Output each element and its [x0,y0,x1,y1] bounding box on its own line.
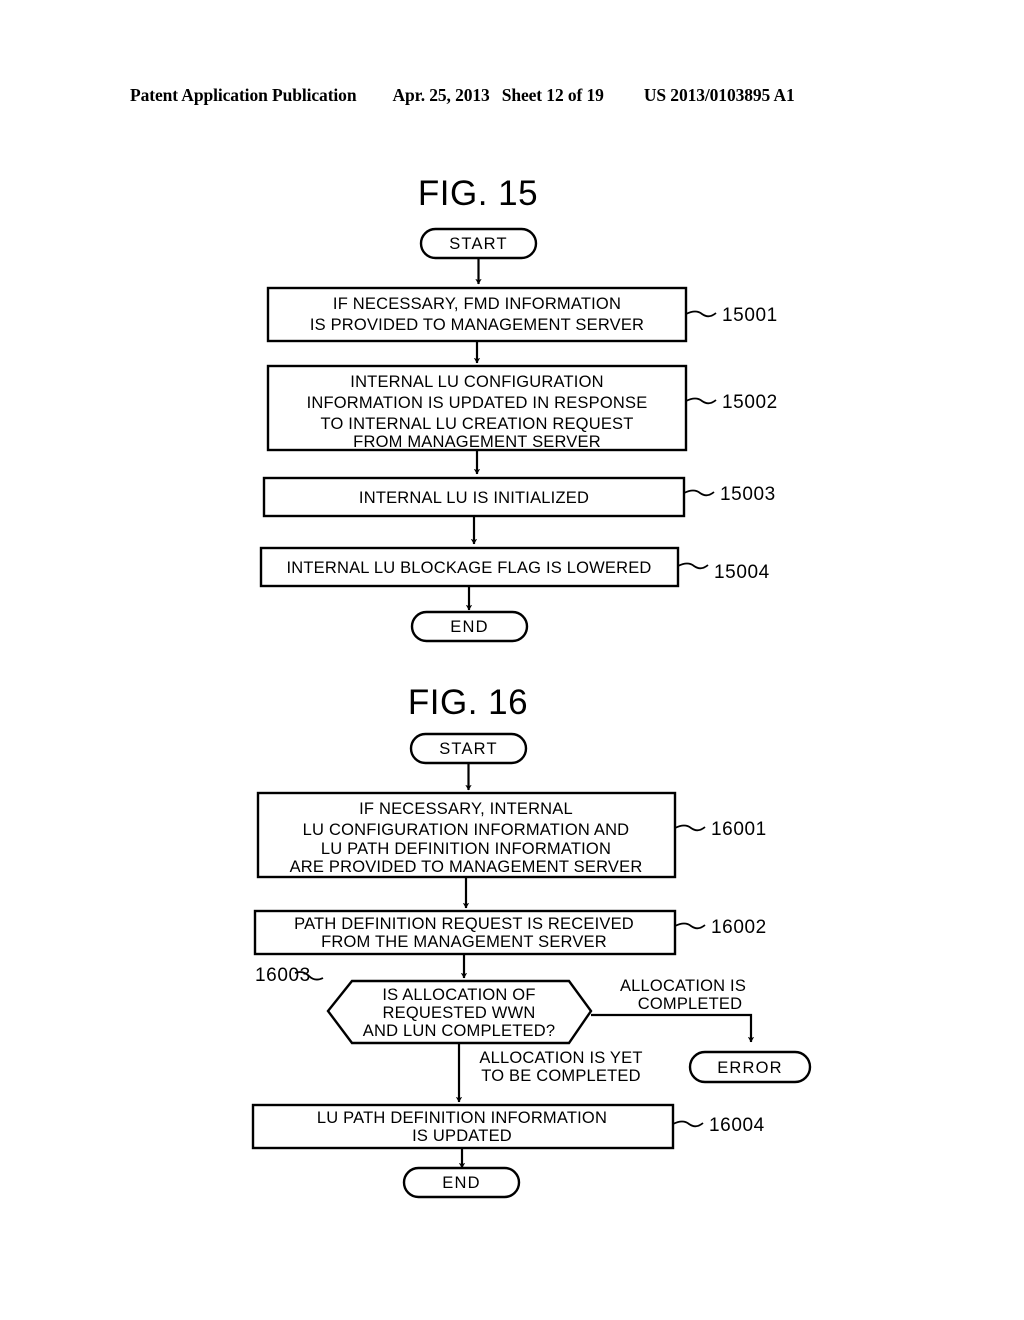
fig16-step-16001-line-2: LU CONFIGURATION INFORMATION AND [303,821,630,839]
fig16-branch-not-completed: ALLOCATION IS YET TO BE COMPLETED [455,1043,642,1103]
fig15-ref-15003: 15003 [720,484,776,505]
fig16-step-16002-line-1: PATH DEFINITION REQUEST IS RECEIVED [294,915,634,933]
fig15-step-15001-line-1: IF NECESSARY, FMD INFORMATION [333,295,621,313]
fig16-start-label: START [439,740,498,758]
fig15-start-label: START [449,235,508,253]
fig16-end-label: END [442,1174,480,1192]
fig16-decision-line-3: AND LUN COMPLETED? [363,1022,555,1040]
fig16-step-16001-line-1: IF NECESSARY, INTERNAL [359,800,573,818]
fig16-decision-16003: IS ALLOCATION OF REQUESTED WWN AND LUN C… [255,965,593,1045]
fig16-error-terminal: ERROR [688,1050,812,1084]
fig15-end-label: END [450,618,488,636]
fig16-branch-completed-line-2: COMPLETED [638,995,742,1013]
figure-16-title: FIG. 16 [408,683,528,722]
fig15-step-15003: INTERNAL LU IS INITIALIZED 15003 [262,476,776,518]
fig16-ref-16002: 16002 [711,917,767,938]
fig15-end-terminal: END [410,610,529,643]
fig16-step-16004-line-2: IS UPDATED [412,1127,512,1145]
figure-15: FIG. 15 START IF NECESSARY, FMD INFORMAT… [259,174,778,643]
fig16-branch-completed: ALLOCATION IS COMPLETED [591,977,755,1043]
fig15-step-15003-line-1: INTERNAL LU IS INITIALIZED [359,489,589,507]
patent-drawing-page: Patent Application Publication Apr. 25, … [0,0,1024,1320]
fig15-step-15002-line-1: INTERNAL LU CONFIGURATION [350,373,603,391]
figure-16: FIG. 16 START IF NECESSARY, INTERNAL LU … [251,683,812,1199]
fig16-branch-not-completed-line-2: TO BE COMPLETED [481,1067,640,1085]
fig16-step-16004-line-1: LU PATH DEFINITION INFORMATION [317,1109,607,1127]
fig16-decision-line-2: REQUESTED WWN [383,1004,536,1022]
fig16-step-16002-line-2: FROM THE MANAGEMENT SERVER [321,933,607,951]
fig15-step-15001: IF NECESSARY, FMD INFORMATION IS PROVIDE… [266,286,778,343]
fig15-step-15002-line-2: INFORMATION IS UPDATED IN RESPONSE [307,394,648,412]
fig16-step-16001-line-4: ARE PROVIDED TO MANAGEMENT SERVER [290,858,643,876]
fig15-step-15001-line-2: IS PROVIDED TO MANAGEMENT SERVER [310,316,644,334]
fig15-step-15004-line-1: INTERNAL LU BLOCKAGE FLAG IS LOWERED [286,559,651,577]
fig16-start-terminal: START [409,732,528,765]
figure-15-title: FIG. 15 [418,174,538,213]
fig16-decision-line-1: IS ALLOCATION OF [382,986,535,1004]
fig15-step-15002-line-4: FROM MANAGEMENT SERVER [353,433,601,451]
fig16-ref-16001: 16001 [711,819,767,840]
fig15-step-15002: INTERNAL LU CONFIGURATION INFORMATION IS… [266,364,778,452]
fig16-step-16004: LU PATH DEFINITION INFORMATION IS UPDATE… [251,1103,765,1150]
fig16-branch-completed-line-1: ALLOCATION IS [620,977,746,995]
fig15-start-terminal: START [419,227,538,260]
fig16-branch-not-completed-line-1: ALLOCATION IS YET [479,1049,642,1067]
fig15-ref-15002: 15002 [722,392,778,413]
fig16-step-16001: IF NECESSARY, INTERNAL LU CONFIGURATION … [256,791,767,879]
fig16-ref-16004: 16004 [709,1115,765,1136]
fig15-ref-15004: 15004 [714,562,770,583]
fig16-error-label: ERROR [717,1059,783,1077]
fig16-step-16001-line-3: LU PATH DEFINITION INFORMATION [321,840,611,858]
fig15-step-15002-line-3: TO INTERNAL LU CREATION REQUEST [320,415,633,433]
fig15-step-15004: INTERNAL LU BLOCKAGE FLAG IS LOWERED 150… [259,546,770,588]
fig16-ref-16003: 16003 [255,965,311,986]
figures-svg: FIG. 15 START IF NECESSARY, FMD INFORMAT… [251,174,812,1199]
fig16-step-16002: PATH DEFINITION REQUEST IS RECEIVED FROM… [253,909,767,956]
fig15-ref-15001: 15001 [722,305,778,326]
fig16-end-terminal: END [402,1166,521,1199]
